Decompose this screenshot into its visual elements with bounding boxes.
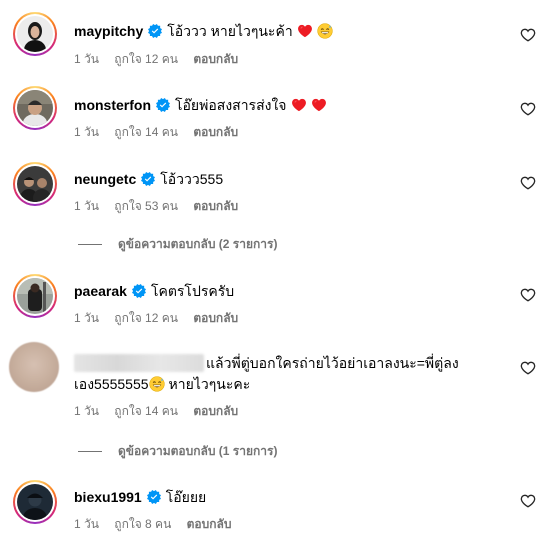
like-count[interactable]: ถูกใจ 14 คน [114, 404, 178, 418]
avatar[interactable] [13, 86, 57, 130]
comment-time[interactable]: 1 วัน [74, 404, 99, 418]
comment-text: โอ้ววว หายไวๆนะค้า [167, 23, 293, 39]
like-heart-icon[interactable] [520, 360, 536, 376]
comment-time[interactable]: 1 วัน [74, 125, 99, 139]
like-count[interactable]: ถูกใจ 14 คน [114, 125, 178, 139]
red-heart-icon [311, 97, 327, 113]
avatar[interactable] [13, 274, 57, 318]
comment-text-continued: เอง5555555 [74, 376, 149, 392]
like-count[interactable]: ถูกใจ 8 คน [114, 517, 171, 531]
verified-badge-icon [156, 98, 170, 112]
red-heart-icon [297, 23, 313, 39]
verified-badge-icon [132, 284, 146, 298]
red-heart-icon [291, 97, 307, 113]
reply-button[interactable]: ตอบกลับ [193, 199, 238, 213]
comment-item: maypitchy โอ้ววว หายไวๆนะค้า 1 วัน ถูกใจ… [0, 0, 544, 74]
comment-text: แล้วพี่ตู่บอกใครถ่ายไว้อย่าเอาลงนะ=พี่ตู… [206, 355, 459, 371]
grinning-sweat-icon [317, 23, 333, 39]
verified-badge-icon [148, 24, 162, 38]
like-heart-icon[interactable] [520, 493, 536, 509]
comment-text: โอ้ววว555 [160, 171, 224, 187]
avatar[interactable] [13, 12, 57, 56]
avatar[interactable] [13, 162, 57, 206]
reply-button[interactable]: ตอบกลับ [187, 517, 232, 531]
like-heart-icon[interactable] [520, 175, 536, 191]
comment-text: โคตรโปรครับ [150, 283, 235, 299]
username[interactable]: biexu1991 [74, 488, 142, 506]
verified-badge-icon [141, 172, 155, 186]
comment-time[interactable]: 1 วัน [74, 52, 99, 66]
comment-time[interactable]: 1 วัน [74, 517, 99, 531]
like-heart-icon[interactable] [520, 27, 536, 43]
comment-item: แล้วพี่ตู่บอกใครถ่ายไว้อย่าเอาลงนะ=พี่ตู… [0, 338, 544, 468]
like-count[interactable]: ถูกใจ 12 คน [114, 311, 178, 325]
avatar[interactable] [13, 480, 57, 524]
username[interactable]: maypitchy [74, 22, 143, 40]
divider-line [78, 243, 102, 245]
comment-item: neungetc โอ้ววว555 1 วัน ถูกใจ 53 คน ตอบ… [0, 148, 544, 258]
comment-item: paearak โคตรโปรครับ 1 วัน ถูกใจ 12 คน ตอ… [0, 258, 544, 338]
comment-time[interactable]: 1 วัน [74, 199, 99, 213]
username[interactable]: paearak [74, 282, 127, 300]
like-heart-icon[interactable] [520, 101, 536, 117]
comment-item: biexu1991 โอ๊ยยย 1 วัน ถูกใจ 8 คน ตอบกลั… [0, 468, 544, 546]
username[interactable]: monsterfon [74, 96, 151, 114]
comment-item: monsterfon โอ๊ยพ่อสงสารส่งใจ 1 วัน ถูกใจ… [0, 74, 544, 148]
divider-line [78, 450, 102, 452]
username[interactable]: neungetc [74, 170, 136, 188]
like-heart-icon[interactable] [520, 287, 536, 303]
verified-badge-icon [147, 490, 161, 504]
avatar[interactable] [9, 342, 59, 392]
view-replies-button[interactable]: ดูข้อความตอบกลับ (1 รายการ) [78, 444, 277, 458]
view-replies-label: ดูข้อความตอบกลับ (2 รายการ) [118, 237, 278, 251]
reply-button[interactable]: ตอบกลับ [193, 52, 238, 66]
reply-button[interactable]: ตอบกลับ [193, 404, 238, 418]
view-replies-button[interactable]: ดูข้อความตอบกลับ (2 รายการ) [78, 237, 277, 251]
comment-text-continued: หายไวๆนะคะ [168, 376, 251, 392]
view-replies-label: ดูข้อความตอบกลับ (1 รายการ) [118, 444, 278, 458]
username-redacted[interactable] [74, 354, 204, 372]
reply-button[interactable]: ตอบกลับ [193, 311, 238, 325]
comment-time[interactable]: 1 วัน [74, 311, 99, 325]
comment-text: โอ๊ยพ่อสงสารส่งใจ [175, 97, 287, 113]
reply-button[interactable]: ตอบกลับ [193, 125, 238, 139]
like-count[interactable]: ถูกใจ 12 คน [114, 52, 178, 66]
like-count[interactable]: ถูกใจ 53 คน [114, 199, 178, 213]
comment-text: โอ๊ยยย [165, 489, 207, 505]
grinning-sweat-icon [149, 376, 165, 392]
